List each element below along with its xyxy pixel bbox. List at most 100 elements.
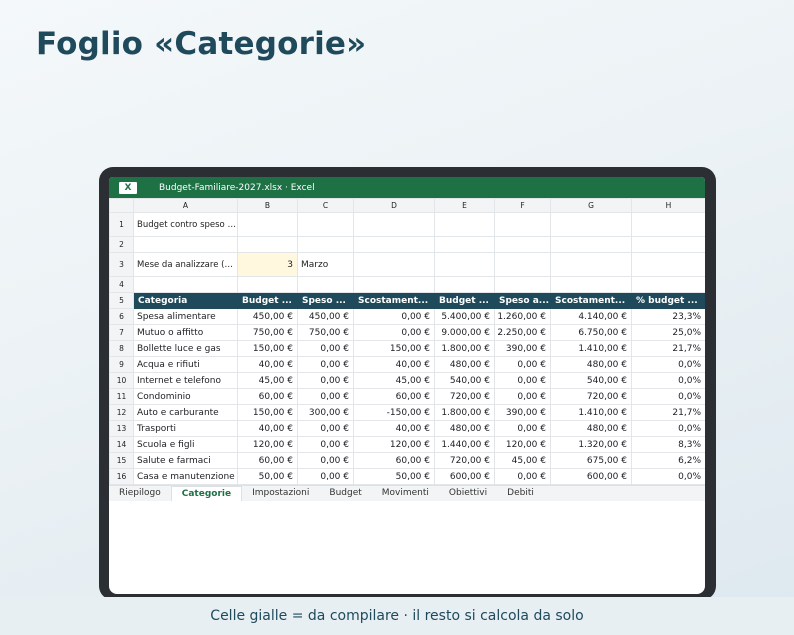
column-header-g[interactable]: G — [550, 198, 632, 213]
cell[interactable] — [237, 276, 298, 293]
value-cell[interactable]: 45,00 € — [494, 452, 551, 469]
value-cell[interactable]: 600,00 € — [550, 468, 632, 485]
value-cell[interactable]: 0,00 € — [297, 388, 354, 405]
tab-movimenti[interactable]: Movimenti — [372, 486, 439, 501]
value-cell[interactable]: 50,00 € — [353, 468, 435, 485]
value-cell[interactable]: 1.410,00 € — [550, 340, 632, 357]
value-cell[interactable]: 720,00 € — [550, 388, 632, 405]
value-cell[interactable]: 0,00 € — [494, 468, 551, 485]
header-cell[interactable]: Scostament... — [353, 292, 435, 309]
header-cell[interactable]: Scostament... — [550, 292, 632, 309]
row-number[interactable]: 1 — [109, 212, 134, 237]
category-cell[interactable]: Scuola e figli — [133, 436, 238, 453]
category-cell[interactable]: Internet e telefono — [133, 372, 238, 389]
row-number[interactable]: 9 — [109, 356, 134, 373]
value-cell[interactable]: 0,00 € — [494, 420, 551, 437]
value-cell[interactable]: 0,00 € — [494, 388, 551, 405]
value-cell[interactable]: 720,00 € — [434, 388, 495, 405]
value-cell[interactable]: 150,00 € — [237, 404, 298, 421]
row-number[interactable]: 12 — [109, 404, 134, 421]
value-cell[interactable]: 40,00 € — [237, 420, 298, 437]
value-cell[interactable]: 450,00 € — [297, 308, 354, 325]
cell[interactable] — [133, 276, 238, 293]
value-cell[interactable]: 0,00 € — [353, 324, 435, 341]
category-cell[interactable]: Salute e farmaci — [133, 452, 238, 469]
cell[interactable] — [550, 252, 632, 277]
value-cell[interactable]: 540,00 € — [550, 372, 632, 389]
value-cell[interactable]: 150,00 € — [237, 340, 298, 357]
value-cell[interactable]: 540,00 € — [434, 372, 495, 389]
value-cell[interactable]: 9.000,00 € — [434, 324, 495, 341]
value-cell[interactable]: 0,00 € — [297, 420, 354, 437]
cell[interactable] — [297, 236, 354, 253]
value-cell[interactable]: 120,00 € — [353, 436, 435, 453]
value-cell[interactable]: 480,00 € — [434, 420, 495, 437]
tab-impostazioni[interactable]: Impostazioni — [242, 486, 319, 501]
cell[interactable] — [353, 236, 435, 253]
value-cell[interactable]: 1.800,00 € — [434, 404, 495, 421]
row-number[interactable]: 2 — [109, 236, 134, 253]
column-header-e[interactable]: E — [434, 198, 495, 213]
value-cell[interactable]: 6.750,00 € — [550, 324, 632, 341]
row-number[interactable]: 8 — [109, 340, 134, 357]
category-cell[interactable]: Bollette luce e gas — [133, 340, 238, 357]
cell[interactable] — [631, 212, 705, 237]
cell[interactable] — [353, 276, 435, 293]
value-cell[interactable]: 60,00 € — [353, 388, 435, 405]
value-cell[interactable]: 40,00 € — [353, 356, 435, 373]
cell[interactable] — [494, 236, 551, 253]
row-number[interactable]: 11 — [109, 388, 134, 405]
row-number[interactable]: 14 — [109, 436, 134, 453]
header-cell[interactable]: Budget ... — [237, 292, 298, 309]
value-cell[interactable]: 4.140,00 € — [550, 308, 632, 325]
row-number[interactable]: 3 — [109, 252, 134, 277]
row-number[interactable]: 16 — [109, 468, 134, 485]
value-cell[interactable]: 1.320,00 € — [550, 436, 632, 453]
value-cell[interactable]: 0,0% — [631, 468, 705, 485]
header-cell[interactable]: Speso a... — [494, 292, 551, 309]
value-cell[interactable]: 0,0% — [631, 420, 705, 437]
row-number[interactable]: 15 — [109, 452, 134, 469]
row-number[interactable]: 5 — [109, 292, 134, 309]
value-cell[interactable]: 60,00 € — [353, 452, 435, 469]
value-cell[interactable]: 390,00 € — [494, 340, 551, 357]
value-cell[interactable]: 25,0% — [631, 324, 705, 341]
value-cell[interactable]: 40,00 € — [237, 356, 298, 373]
tab-riepilogo[interactable]: Riepilogo — [109, 486, 171, 501]
value-cell[interactable]: 0,00 € — [494, 372, 551, 389]
value-cell[interactable]: 23,3% — [631, 308, 705, 325]
value-cell[interactable]: 1.800,00 € — [434, 340, 495, 357]
value-cell[interactable]: 120,00 € — [494, 436, 551, 453]
cell[interactable] — [494, 252, 551, 277]
select-all-corner[interactable] — [109, 198, 134, 213]
column-header-a[interactable]: A — [133, 198, 238, 213]
value-cell[interactable]: 60,00 € — [237, 452, 298, 469]
value-cell[interactable]: 750,00 € — [237, 324, 298, 341]
cell[interactable] — [494, 276, 551, 293]
header-cell[interactable]: Categoria — [133, 292, 238, 309]
month-input-cell[interactable]: 3 — [237, 252, 298, 277]
cell[interactable] — [237, 236, 298, 253]
value-cell[interactable]: 1.260,00 € — [494, 308, 551, 325]
value-cell[interactable]: 0,00 € — [297, 468, 354, 485]
cell[interactable] — [237, 212, 298, 237]
category-cell[interactable]: Trasporti — [133, 420, 238, 437]
value-cell[interactable]: 1.410,00 € — [550, 404, 632, 421]
value-cell[interactable]: -150,00 € — [353, 404, 435, 421]
cell[interactable] — [297, 276, 354, 293]
value-cell[interactable]: 675,00 € — [550, 452, 632, 469]
header-cell[interactable]: Speso ... — [297, 292, 354, 309]
tab-obiettivi[interactable]: Obiettivi — [439, 486, 497, 501]
row-number[interactable]: 4 — [109, 276, 134, 293]
row-number[interactable]: 13 — [109, 420, 134, 437]
row-number[interactable]: 10 — [109, 372, 134, 389]
cell[interactable] — [434, 212, 495, 237]
value-cell[interactable]: 600,00 € — [434, 468, 495, 485]
value-cell[interactable]: 480,00 € — [550, 420, 632, 437]
value-cell[interactable]: 450,00 € — [237, 308, 298, 325]
header-cell[interactable]: Budget ... — [434, 292, 495, 309]
value-cell[interactable]: 0,00 € — [297, 340, 354, 357]
value-cell[interactable]: 390,00 € — [494, 404, 551, 421]
cell[interactable] — [631, 236, 705, 253]
value-cell[interactable]: 150,00 € — [353, 340, 435, 357]
